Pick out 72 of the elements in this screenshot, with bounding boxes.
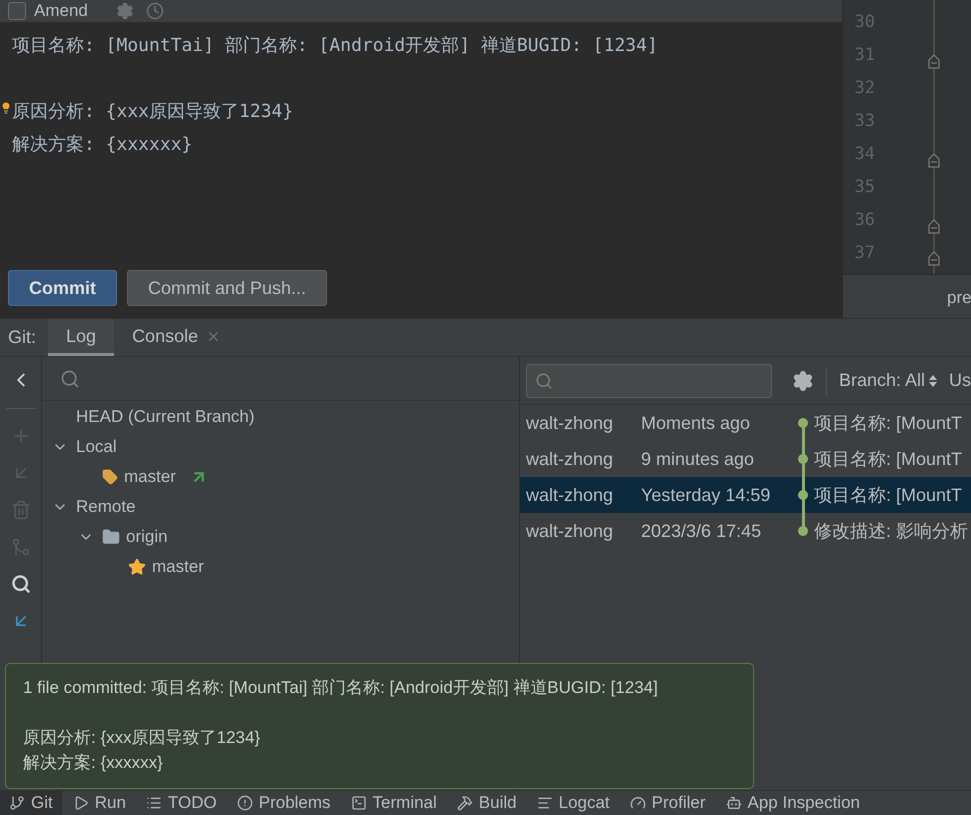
tool-window-button[interactable]: App Inspection (716, 791, 869, 815)
list-icon (146, 795, 162, 811)
tool-window-button[interactable]: Git (0, 791, 62, 815)
editor-tab[interactable]: pre (947, 285, 971, 310)
commit-message-editor[interactable]: 项目名称: [MountTai] 部门名称: [Android开发部] 禅道BUGID: [1234] 原因分析: {xxx原因导致了1234} 解决方案: {xxxxxx} (0, 22, 842, 270)
commit-author: walt-zhong (526, 484, 614, 507)
commit-date: 9 minutes ago (641, 448, 756, 471)
tool-window-button[interactable]: Profiler (620, 791, 715, 815)
message-line: 项目名称: [MountTai] 部门名称: [Android开发部] 禅道BUGID: [1234] (12, 35, 658, 56)
commit-row[interactable]: walt-zhong Yesterday 14:59 项目名称: [MountT (520, 477, 971, 513)
commit-message: 修改描述: 影响分析 (814, 520, 968, 542)
tool-window-tab[interactable]: Console (114, 319, 240, 356)
branch-tree-item[interactable]: origin (126, 524, 168, 550)
settings-icon[interactable] (792, 370, 814, 392)
branch-tree-item[interactable]: master (124, 464, 176, 490)
amend-label: Amend (34, 1, 88, 21)
branch-tree-item[interactable]: HEAD (Current Branch) (76, 404, 255, 430)
lightbulb-icon[interactable] (0, 102, 12, 114)
commit-message: 项目名称: [MountT (814, 448, 962, 471)
graph-node-icon (798, 526, 808, 536)
tool-window-button[interactable]: Build (448, 791, 526, 815)
commit-button[interactable]: Commit (8, 270, 117, 306)
message-line: 原因分析: {xxx原因导致了1234} (12, 101, 294, 122)
hammer-icon (456, 795, 473, 811)
commit-author: walt-zhong (526, 412, 614, 435)
branch-tree-item[interactable]: master (152, 554, 204, 580)
branch-tree-item[interactable]: Local (76, 434, 117, 460)
play-icon (72, 795, 89, 811)
search-icon (535, 372, 553, 390)
merge-icon[interactable] (10, 537, 30, 557)
tag-icon (102, 469, 118, 485)
graph-node-icon (798, 418, 808, 428)
branch-icon (9, 795, 25, 811)
commit-date: Yesterday 14:59 (641, 484, 772, 507)
commit-and-push-button[interactable]: Commit and Push... (127, 270, 328, 306)
commit-author: walt-zhong (526, 448, 614, 471)
tool-window-button[interactable]: Terminal (342, 791, 446, 815)
graph-node-icon (798, 490, 808, 500)
lines-icon (536, 795, 553, 811)
notification-text: 解决方案: {xxxxxx} (23, 753, 163, 772)
trash-icon[interactable] (10, 500, 30, 520)
branch-tree-item[interactable]: Remote (76, 494, 136, 520)
gauge-icon (630, 795, 646, 811)
tool-window-button[interactable]: Run (64, 791, 135, 815)
tool-window-button[interactable]: Logcat (528, 791, 619, 815)
log-search-field[interactable] (526, 364, 772, 398)
user-filter[interactable]: Us (949, 367, 971, 394)
commit-date: 2023/3/6 17:45 (641, 520, 762, 542)
commit-author: walt-zhong (526, 520, 614, 543)
notification-text: 原因分析: {xxx原因导致了1234} (23, 728, 260, 747)
notification-text: 1 file committed: 项目名称: [MountTai] 部门名称: [Android开发部] 禅道BUGID: [1234] (23, 678, 658, 697)
message-line: 解决方案: {xxxxxx} (12, 134, 192, 155)
search-icon (60, 368, 80, 388)
commit-message: 项目名称: [MountT (814, 412, 962, 435)
sort-arrows-icon (929, 374, 938, 386)
commit-message: 项目名称: [MountT (814, 484, 962, 507)
terminal-icon (350, 795, 367, 811)
star-icon (128, 558, 146, 576)
search-icon[interactable] (10, 574, 30, 594)
graph-node-icon (798, 454, 808, 464)
tool-window-button[interactable]: Problems (228, 791, 340, 815)
amend-checkbox[interactable] (8, 2, 26, 20)
settings-icon[interactable] (116, 2, 134, 20)
tool-window-tab[interactable]: Log (48, 319, 114, 356)
tool-window-title: Git: (7, 326, 38, 349)
robot-icon (726, 795, 742, 811)
folder-icon (102, 528, 120, 546)
alert-icon (236, 795, 253, 811)
branch-filter[interactable]: Branch: All (838, 367, 926, 394)
clock-icon[interactable] (146, 2, 164, 20)
tool-window-button[interactable]: TODO (136, 791, 226, 815)
commit-date: Moments ago (641, 412, 752, 435)
